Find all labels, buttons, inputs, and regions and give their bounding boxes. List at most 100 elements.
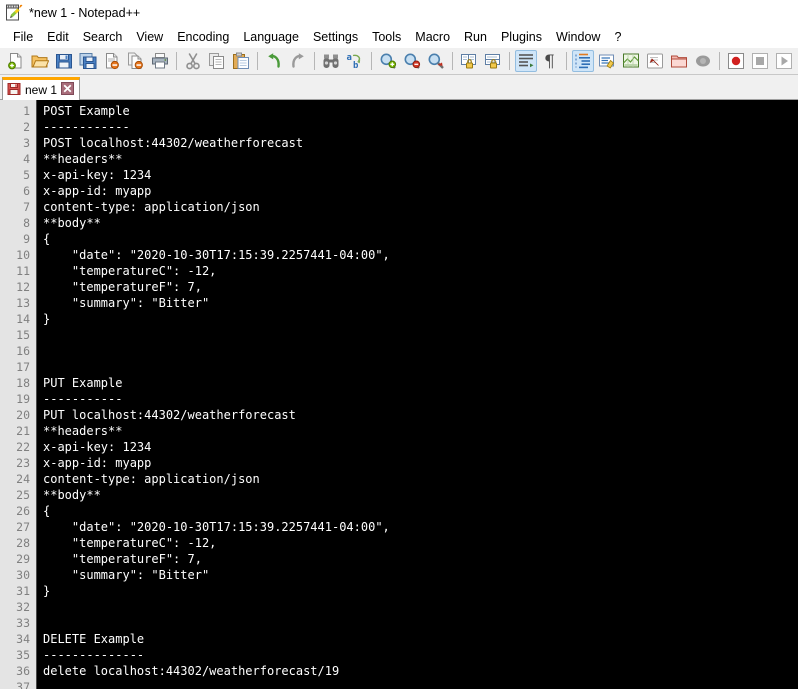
menu-run[interactable]: Run (457, 28, 494, 46)
menu-search[interactable]: Search (76, 28, 130, 46)
menu-settings[interactable]: Settings (306, 28, 365, 46)
macro-play-icon (775, 52, 793, 70)
code-line: "temperatureF": 7, (43, 280, 202, 294)
notepad-plus-plus-icon (5, 4, 23, 22)
cut-button[interactable] (182, 50, 204, 72)
code-line: "summary": "Bitter" (43, 568, 210, 582)
folder-as-workspace-button[interactable] (668, 50, 690, 72)
undo-icon (265, 52, 283, 70)
code-line: x-app-id: myapp (43, 456, 152, 470)
line-number: 16 (16, 344, 30, 358)
show-all-characters-button[interactable]: ¶ (539, 50, 561, 72)
monitoring-button[interactable] (692, 50, 714, 72)
code-line: "date": "2020-10-30T17:15:39.2257441-04:… (43, 520, 390, 534)
user-defined-language-button[interactable] (596, 50, 618, 72)
macro-play-button[interactable] (773, 50, 795, 72)
code-line: PUT localhost:44302/weatherforecast (43, 408, 296, 422)
title-bar: *new 1 - Notepad++ (0, 0, 798, 26)
indent-guide-button[interactable] (572, 50, 594, 72)
line-number: 24 (16, 472, 30, 486)
code-line: } (43, 312, 51, 326)
code-line: x-api-key: 1234 (43, 440, 152, 454)
line-number: 28 (16, 536, 30, 550)
menu-bar: File Edit Search View Encoding Language … (0, 26, 798, 48)
close-all-icon (127, 52, 145, 70)
close-file-button[interactable] (101, 50, 123, 72)
close-all-button[interactable] (125, 50, 147, 72)
code-line: "temperatureC": -12, (43, 536, 217, 550)
zoom-restore-button[interactable] (425, 50, 447, 72)
macro-stop-button[interactable] (749, 50, 771, 72)
line-number: 6 (23, 184, 30, 198)
line-number: 1 (23, 104, 30, 118)
menu-file[interactable]: File (6, 28, 40, 46)
code-line: { (43, 504, 51, 518)
redo-button[interactable] (287, 50, 309, 72)
menu-view[interactable]: View (129, 28, 170, 46)
line-number: 8 (23, 216, 30, 230)
replace-button[interactable]: a b (344, 50, 366, 72)
line-number: 19 (16, 392, 30, 406)
zoom-in-button[interactable] (377, 50, 399, 72)
open-file-button[interactable] (29, 50, 51, 72)
close-tab-icon[interactable] (61, 82, 75, 98)
code-line: content-type: application/json (43, 200, 260, 214)
line-number: 29 (16, 552, 30, 566)
tab-strip-empty (80, 75, 798, 99)
find-button[interactable] (320, 50, 342, 72)
sync-vertical-scroll-button[interactable] (458, 50, 480, 72)
line-number: 32 (16, 600, 30, 614)
save-button[interactable] (53, 50, 75, 72)
sync-horizontal-scroll-button[interactable] (482, 50, 504, 72)
toolbar-separator (719, 52, 720, 70)
line-number: 33 (16, 616, 30, 630)
menu-encoding[interactable]: Encoding (170, 28, 236, 46)
line-number: 36 (16, 664, 30, 678)
copy-icon (208, 52, 226, 70)
function-list-button[interactable] (644, 50, 666, 72)
user-defined-language-icon (598, 52, 616, 70)
line-number: 31 (16, 584, 30, 598)
toolbar-separator (371, 52, 372, 70)
show-all-characters-icon: ¶ (541, 52, 559, 70)
menu-edit[interactable]: Edit (40, 28, 76, 46)
macro-stop-icon (751, 52, 769, 70)
code-line: "date": "2020-10-30T17:15:39.2257441-04:… (43, 248, 390, 262)
code-line: } (43, 584, 51, 598)
menu-plugins[interactable]: Plugins (494, 28, 549, 46)
svg-text:a: a (347, 53, 352, 63)
code-line: **body** (43, 488, 101, 502)
save-all-button[interactable] (77, 50, 99, 72)
code-text-area[interactable]: POST Example ------------ POST localhost:4… (37, 100, 798, 689)
open-file-icon (31, 52, 49, 70)
word-wrap-button[interactable] (515, 50, 537, 72)
menu-tools[interactable]: Tools (365, 28, 408, 46)
undo-button[interactable] (263, 50, 285, 72)
show-document-map-button[interactable] (620, 50, 642, 72)
close-file-icon (103, 52, 121, 70)
line-number: 10 (16, 248, 30, 262)
menu-macro[interactable]: Macro (408, 28, 457, 46)
menu-help[interactable]: ? (607, 28, 628, 46)
folder-as-workspace-icon (670, 52, 688, 70)
zoom-out-button[interactable] (401, 50, 423, 72)
menu-window[interactable]: Window (549, 28, 607, 46)
line-number: 15 (16, 328, 30, 342)
copy-button[interactable] (206, 50, 228, 72)
new-file-button[interactable] (5, 50, 27, 72)
editor[interactable]: 1 2 3 4 5 6 7 8 9 10 11 12 13 14 15 16 17 18 19 20 21 22 23 24 2… (0, 100, 798, 689)
tab-new-1[interactable]: new 1 (2, 77, 81, 100)
code-line: ----------- (43, 392, 123, 406)
function-list-icon (646, 52, 664, 70)
print-button[interactable] (149, 50, 171, 72)
macro-record-button[interactable] (725, 50, 747, 72)
line-number: 4 (23, 152, 30, 166)
line-number: 20 (16, 408, 30, 422)
menu-language[interactable]: Language (236, 28, 306, 46)
line-number: 26 (16, 504, 30, 518)
new-file-icon (7, 52, 25, 70)
paste-button[interactable] (230, 50, 252, 72)
zoom-restore-icon (427, 52, 445, 70)
